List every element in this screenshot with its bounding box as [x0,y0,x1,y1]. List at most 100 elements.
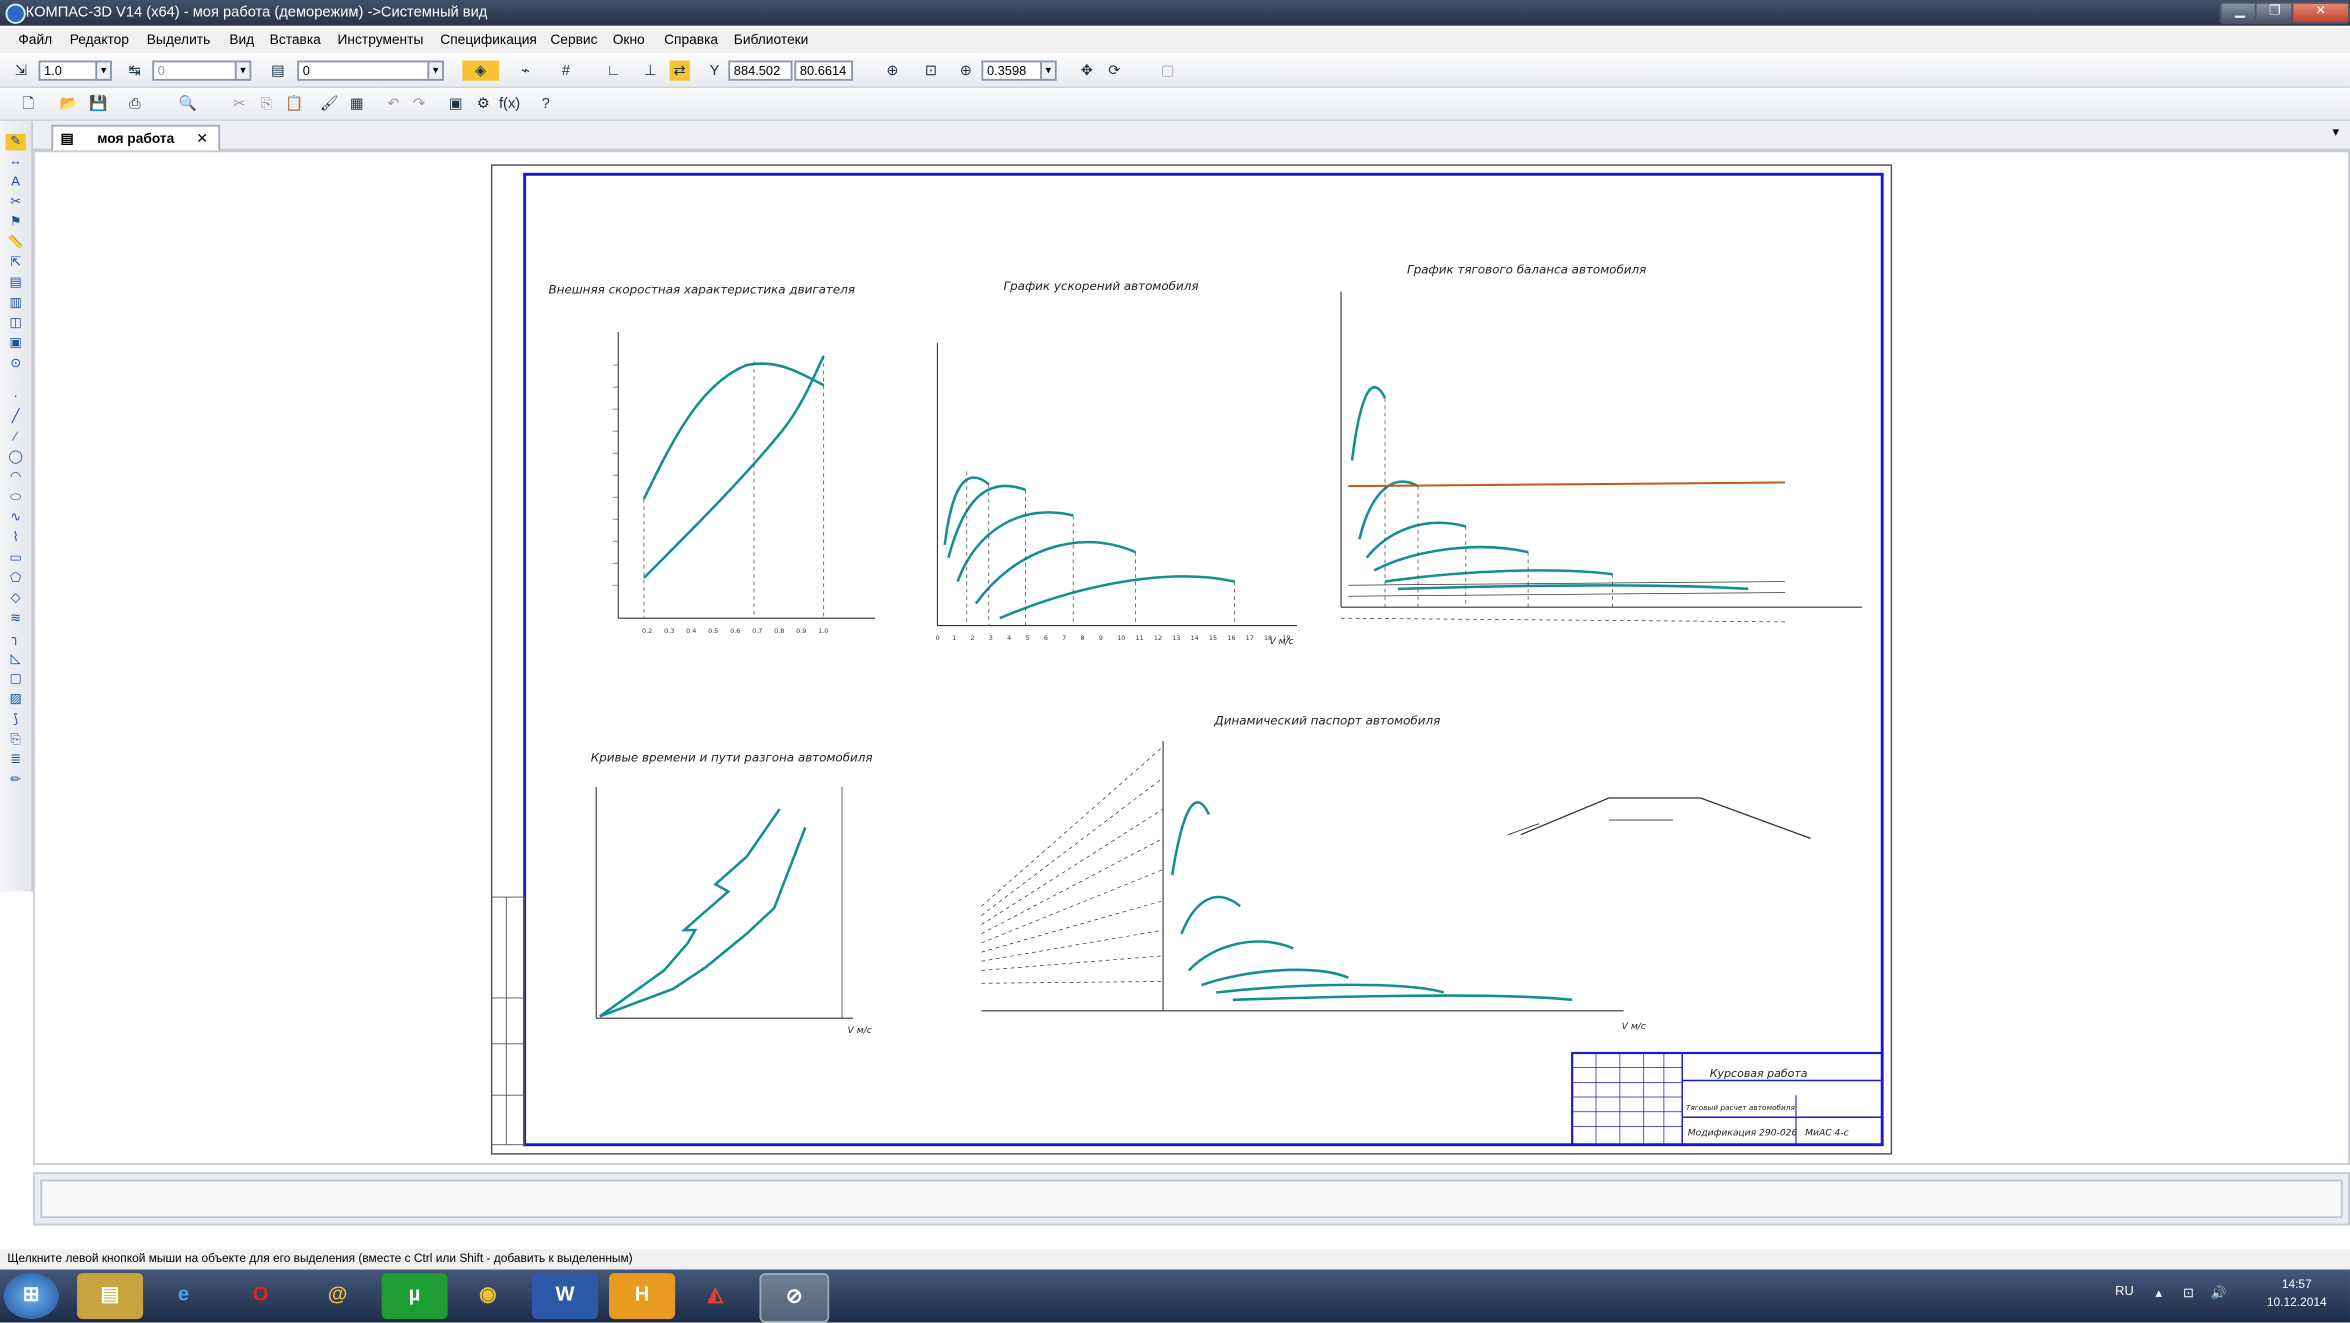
menu-help[interactable]: Справка [664,28,718,54]
menu-view[interactable]: Вид [229,28,254,54]
round-icon[interactable]: ⌁ [515,61,535,81]
internet-explorer-icon[interactable]: e [150,1273,216,1319]
preview-icon[interactable]: 🔍 [178,94,198,114]
variables-icon[interactable]: f(x) [499,94,520,114]
restore-button[interactable]: ❐ [2254,1,2295,24]
menu-window[interactable]: Окно [613,28,645,54]
step-icon[interactable]: ↹ [125,61,145,81]
mail-icon[interactable]: @ [305,1273,371,1319]
macro-icon[interactable]: ▣ [6,336,26,353]
local-cs-icon[interactable]: ∟ [604,61,624,81]
coord-y-field[interactable]: 80.6614 [794,60,854,81]
hatch-icon[interactable]: ▨ [6,692,26,709]
spec-icon[interactable]: ▤ [6,275,26,292]
ortho-icon[interactable]: ⊥ [640,61,660,81]
polyline-icon[interactable]: ⌇ [6,530,26,547]
chrome-icon[interactable]: ◉ [455,1273,521,1319]
equidistant-icon[interactable]: ≋ [6,611,26,628]
h-app-icon[interactable]: H [609,1273,676,1320]
undo-icon[interactable]: ↶ [383,94,403,114]
layer-icon[interactable]: ▤ [268,61,288,81]
new-file-icon[interactable]: 🗋 [18,94,38,114]
open-file-icon[interactable]: 📂 [59,94,79,114]
scale-icon[interactable]: ⇲ [11,61,31,81]
fillet-icon[interactable]: ╮ [6,631,26,648]
parametrization-icon[interactable]: ⚑ [6,215,26,232]
select-icon[interactable]: ⇱ [6,255,26,272]
copy-icon[interactable]: ⎘ [257,94,277,114]
view-icon[interactable]: ⊙ [6,356,26,373]
zoom-icon[interactable]: ⊕ [956,61,976,81]
layer-dropdown[interactable]: ▾ [427,60,444,81]
zoom-all-icon[interactable]: ⊡ [921,61,941,81]
properties-icon[interactable]: ▦ [347,94,367,114]
chamfer-icon[interactable]: ◺ [6,651,26,668]
zoom-window-icon[interactable]: ⊕ [882,61,902,81]
language-indicator[interactable]: RU [2115,1286,2134,1299]
collect-contour-icon[interactable]: ⟆ [6,712,26,729]
segment-icon[interactable]: ∕ [6,429,26,446]
save-icon[interactable]: 💾 [88,94,108,114]
rectangle-icon[interactable]: ▭ [6,550,26,567]
reports-icon[interactable]: ▥ [6,295,26,312]
print-icon[interactable]: ⎙ [125,94,145,114]
drawing-canvas[interactable]: Внешняя скоростная характеристика двигат… [33,150,2350,1165]
menu-libraries[interactable]: Библиотеки [734,28,809,54]
menu-insert[interactable]: Вставка [270,28,321,54]
cut-icon[interactable]: ✂ [229,94,249,114]
tab-moya-rabota[interactable]: ▤ моя работа ✕ [51,124,221,151]
utorrent-icon[interactable]: µ [381,1273,448,1320]
close-button[interactable]: ✕ [2291,1,2350,24]
start-orb-icon[interactable]: ⊞ [3,1273,59,1320]
layers-icon[interactable]: ≣ [6,752,26,769]
frame-icon[interactable]: ▢ [6,671,26,688]
pencil-icon[interactable]: ✏ [6,772,26,789]
spline-icon[interactable]: ∿ [6,510,26,527]
dimensions-icon[interactable]: ↔ [6,154,26,171]
kompas-app-icon-taskbar[interactable]: ◭ [682,1273,748,1319]
geometry-icon[interactable]: ✎ [5,133,26,151]
paste-icon[interactable]: 📋 [284,94,304,114]
step-dropdown[interactable]: ▾ [234,60,252,81]
menu-edit[interactable]: Редактор [70,28,129,54]
designations-icon[interactable]: A [6,174,26,191]
refresh-icon[interactable]: ⟳ [1104,61,1124,81]
arc-icon[interactable]: ◠ [6,470,26,487]
insert-icon[interactable]: ◫ [6,316,26,333]
menu-tools[interactable]: Инструменты [338,28,424,54]
grid-icon[interactable]: # [556,61,576,81]
format-painter-icon[interactable]: 🖌 [319,94,339,114]
circle-icon[interactable]: ◯ [6,449,26,466]
zoom-field[interactable]: 0.3598 [981,60,1042,81]
measure-icon[interactable]: 📏 [6,235,26,252]
kompas-3d-icon[interactable]: ⊘ [759,1273,830,1323]
opera-icon[interactable]: O [227,1273,293,1319]
coord-x-field[interactable]: 884.502 [728,60,793,81]
tab-close-icon[interactable]: ✕ [196,127,208,151]
zoom-dropdown[interactable]: ▾ [1040,60,1057,81]
redo-icon[interactable]: ↷ [409,94,429,114]
explorer-icon[interactable]: ▤ [77,1273,144,1320]
manager-icon[interactable]: ▣ [446,94,466,114]
scale-field[interactable]: 1.0 [38,60,98,81]
copy-props-icon[interactable]: ⎘ [6,732,26,749]
step-field[interactable]: 0 [152,60,237,81]
aux-line-icon[interactable]: ╱ [6,409,26,426]
pan-icon[interactable]: ✥ [1077,61,1097,81]
ellipse-icon[interactable]: ⬭ [6,490,26,507]
menu-specification[interactable]: Спецификация [440,28,537,54]
snap-icon[interactable]: ◈ [462,60,499,81]
menu-service[interactable]: Сервис [550,28,597,54]
cursor-coords-icon[interactable]: ⇄ [669,60,690,81]
library-icon[interactable]: ⚙ [473,94,493,114]
clock[interactable]: 14:57 10.12.2014 [2251,1277,2343,1314]
volume-icon[interactable]: 🔊 [2211,1286,2227,1301]
layer-field[interactable]: 0 [297,60,430,81]
menu-file[interactable]: Файл [18,28,52,54]
scale-dropdown[interactable]: ▾ [95,60,112,81]
tabs-menu-icon[interactable]: ▾ [2333,125,2339,140]
help-pointer-icon[interactable]: ? [536,94,556,114]
point-icon[interactable]: · [6,389,26,406]
tray-expand-icon[interactable]: ▴ [2156,1286,2162,1301]
network-icon[interactable]: ⊡ [2183,1286,2194,1301]
